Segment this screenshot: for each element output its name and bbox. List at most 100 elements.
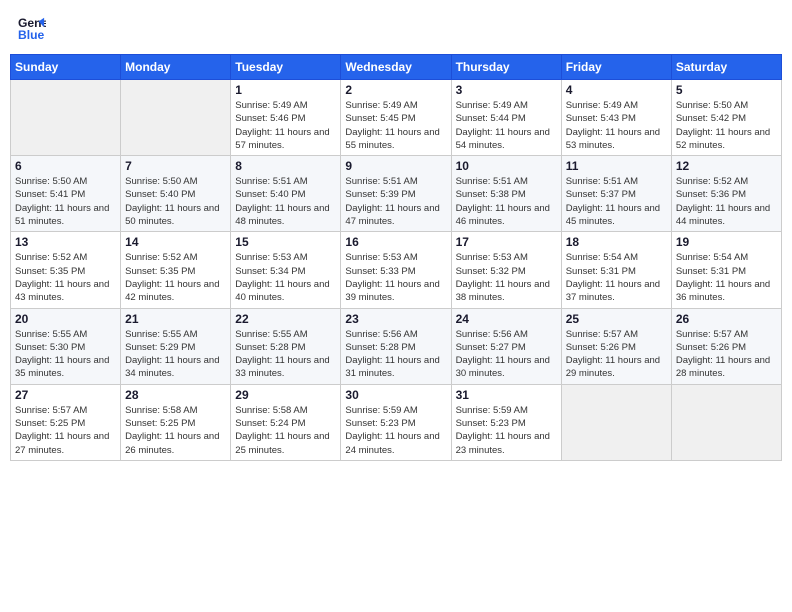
day-info: Sunrise: 5:49 AMSunset: 5:46 PMDaylight:… <box>235 99 336 152</box>
day-number: 2 <box>345 83 446 97</box>
day-cell: 3 Sunrise: 5:49 AMSunset: 5:44 PMDaylight… <box>451 80 561 156</box>
day-number: 25 <box>566 312 667 326</box>
day-info: Sunrise: 5:51 AMSunset: 5:38 PMDaylight:… <box>456 175 557 228</box>
day-cell: 10Sunrise: 5:51 AMSunset: 5:38 PMDayligh… <box>451 156 561 232</box>
day-number: 30 <box>345 388 446 402</box>
day-number: 23 <box>345 312 446 326</box>
day-info: Sunrise: 5:50 AMSunset: 5:42 PMDaylight:… <box>676 99 777 152</box>
day-number: 21 <box>125 312 226 326</box>
logo: General Blue <box>18 14 46 42</box>
day-info: Sunrise: 5:53 AMSunset: 5:33 PMDaylight:… <box>345 251 446 304</box>
day-number: 24 <box>456 312 557 326</box>
day-cell: 14 Sunrise: 5:52 AMSunset: 5:35 PMDayligh… <box>121 232 231 308</box>
day-cell: 31 Sunrise: 5:59 AMSunset: 5:23 PMDayligh… <box>451 384 561 460</box>
day-number: 19 <box>676 235 777 249</box>
day-info: Sunrise: 5:51 AMSunset: 5:37 PMDaylight:… <box>566 175 667 228</box>
header-wednesday: Wednesday <box>341 55 451 80</box>
calendar-table: SundayMondayTuesdayWednesdayThursdayFrid… <box>10 54 782 461</box>
day-cell: 1 Sunrise: 5:49 AMSunset: 5:46 PMDaylight… <box>231 80 341 156</box>
day-cell: 9 Sunrise: 5:51 AMSunset: 5:39 PMDaylight… <box>341 156 451 232</box>
day-cell: 12Sunrise: 5:52 AMSunset: 5:36 PMDayligh… <box>671 156 781 232</box>
day-cell: 20 Sunrise: 5:55 AMSunset: 5:30 PMDayligh… <box>11 308 121 384</box>
day-number: 1 <box>235 83 336 97</box>
day-number: 27 <box>15 388 116 402</box>
day-cell: 8 Sunrise: 5:51 AMSunset: 5:40 PMDaylight… <box>231 156 341 232</box>
day-info: Sunrise: 5:57 AMSunset: 5:25 PMDaylight:… <box>15 404 116 457</box>
day-info: Sunrise: 5:56 AMSunset: 5:27 PMDaylight:… <box>456 328 557 381</box>
day-info: Sunrise: 5:55 AMSunset: 5:28 PMDaylight:… <box>235 328 336 381</box>
day-cell: 26Sunrise: 5:57 AMSunset: 5:26 PMDayligh… <box>671 308 781 384</box>
day-cell: 15 Sunrise: 5:53 AMSunset: 5:34 PMDayligh… <box>231 232 341 308</box>
day-cell: 17 Sunrise: 5:53 AMSunset: 5:32 PMDayligh… <box>451 232 561 308</box>
day-number: 31 <box>456 388 557 402</box>
day-number: 11 <box>566 159 667 173</box>
day-info: Sunrise: 5:57 AMSunset: 5:26 PMDaylight:… <box>566 328 667 381</box>
day-number: 14 <box>125 235 226 249</box>
day-info: Sunrise: 5:59 AMSunset: 5:23 PMDaylight:… <box>345 404 446 457</box>
day-number: 22 <box>235 312 336 326</box>
day-info: Sunrise: 5:49 AMSunset: 5:44 PMDaylight:… <box>456 99 557 152</box>
day-number: 15 <box>235 235 336 249</box>
day-info: Sunrise: 5:54 AMSunset: 5:31 PMDaylight:… <box>676 251 777 304</box>
day-number: 26 <box>676 312 777 326</box>
day-cell: 28 Sunrise: 5:58 AMSunset: 5:25 PMDayligh… <box>121 384 231 460</box>
week-row-2: 6 Sunrise: 5:50 AMSunset: 5:41 PMDaylight… <box>11 156 782 232</box>
week-row-5: 27 Sunrise: 5:57 AMSunset: 5:25 PMDayligh… <box>11 384 782 460</box>
day-number: 8 <box>235 159 336 173</box>
day-info: Sunrise: 5:51 AMSunset: 5:40 PMDaylight:… <box>235 175 336 228</box>
day-info: Sunrise: 5:52 AMSunset: 5:36 PMDaylight:… <box>676 175 777 228</box>
day-info: Sunrise: 5:56 AMSunset: 5:28 PMDaylight:… <box>345 328 446 381</box>
day-info: Sunrise: 5:53 AMSunset: 5:34 PMDaylight:… <box>235 251 336 304</box>
day-cell: 25 Sunrise: 5:57 AMSunset: 5:26 PMDayligh… <box>561 308 671 384</box>
day-cell <box>11 80 121 156</box>
page-header: General Blue <box>10 10 782 46</box>
day-cell: 5 Sunrise: 5:50 AMSunset: 5:42 PMDaylight… <box>671 80 781 156</box>
header-friday: Friday <box>561 55 671 80</box>
day-cell: 22 Sunrise: 5:55 AMSunset: 5:28 PMDayligh… <box>231 308 341 384</box>
day-cell <box>561 384 671 460</box>
day-info: Sunrise: 5:55 AMSunset: 5:30 PMDaylight:… <box>15 328 116 381</box>
day-cell: 29 Sunrise: 5:58 AMSunset: 5:24 PMDayligh… <box>231 384 341 460</box>
week-row-1: 1 Sunrise: 5:49 AMSunset: 5:46 PMDaylight… <box>11 80 782 156</box>
day-info: Sunrise: 5:50 AMSunset: 5:41 PMDaylight:… <box>15 175 116 228</box>
day-cell: 18Sunrise: 5:54 AMSunset: 5:31 PMDayligh… <box>561 232 671 308</box>
day-info: Sunrise: 5:52 AMSunset: 5:35 PMDaylight:… <box>15 251 116 304</box>
week-row-4: 20 Sunrise: 5:55 AMSunset: 5:30 PMDayligh… <box>11 308 782 384</box>
week-row-3: 13Sunrise: 5:52 AMSunset: 5:35 PMDayligh… <box>11 232 782 308</box>
day-info: Sunrise: 5:59 AMSunset: 5:23 PMDaylight:… <box>456 404 557 457</box>
day-number: 20 <box>15 312 116 326</box>
logo-icon: General Blue <box>18 14 46 42</box>
day-info: Sunrise: 5:58 AMSunset: 5:24 PMDaylight:… <box>235 404 336 457</box>
day-number: 17 <box>456 235 557 249</box>
day-number: 5 <box>676 83 777 97</box>
day-info: Sunrise: 5:58 AMSunset: 5:25 PMDaylight:… <box>125 404 226 457</box>
day-info: Sunrise: 5:55 AMSunset: 5:29 PMDaylight:… <box>125 328 226 381</box>
day-number: 29 <box>235 388 336 402</box>
day-number: 9 <box>345 159 446 173</box>
day-cell: 6 Sunrise: 5:50 AMSunset: 5:41 PMDaylight… <box>11 156 121 232</box>
day-number: 6 <box>15 159 116 173</box>
header-tuesday: Tuesday <box>231 55 341 80</box>
day-cell: 7Sunrise: 5:50 AMSunset: 5:40 PMDaylight… <box>121 156 231 232</box>
day-number: 18 <box>566 235 667 249</box>
day-info: Sunrise: 5:51 AMSunset: 5:39 PMDaylight:… <box>345 175 446 228</box>
day-info: Sunrise: 5:49 AMSunset: 5:43 PMDaylight:… <box>566 99 667 152</box>
day-number: 4 <box>566 83 667 97</box>
day-cell: 16 Sunrise: 5:53 AMSunset: 5:33 PMDayligh… <box>341 232 451 308</box>
day-number: 3 <box>456 83 557 97</box>
day-number: 28 <box>125 388 226 402</box>
day-number: 16 <box>345 235 446 249</box>
day-cell: 2Sunrise: 5:49 AMSunset: 5:45 PMDaylight… <box>341 80 451 156</box>
header-thursday: Thursday <box>451 55 561 80</box>
day-number: 7 <box>125 159 226 173</box>
day-info: Sunrise: 5:53 AMSunset: 5:32 PMDaylight:… <box>456 251 557 304</box>
day-cell: 19 Sunrise: 5:54 AMSunset: 5:31 PMDayligh… <box>671 232 781 308</box>
svg-text:Blue: Blue <box>18 28 45 42</box>
day-cell: 21 Sunrise: 5:55 AMSunset: 5:29 PMDayligh… <box>121 308 231 384</box>
day-cell: 11 Sunrise: 5:51 AMSunset: 5:37 PMDayligh… <box>561 156 671 232</box>
day-cell: 13Sunrise: 5:52 AMSunset: 5:35 PMDayligh… <box>11 232 121 308</box>
header-saturday: Saturday <box>671 55 781 80</box>
day-cell: 24 Sunrise: 5:56 AMSunset: 5:27 PMDayligh… <box>451 308 561 384</box>
day-info: Sunrise: 5:52 AMSunset: 5:35 PMDaylight:… <box>125 251 226 304</box>
day-cell <box>671 384 781 460</box>
